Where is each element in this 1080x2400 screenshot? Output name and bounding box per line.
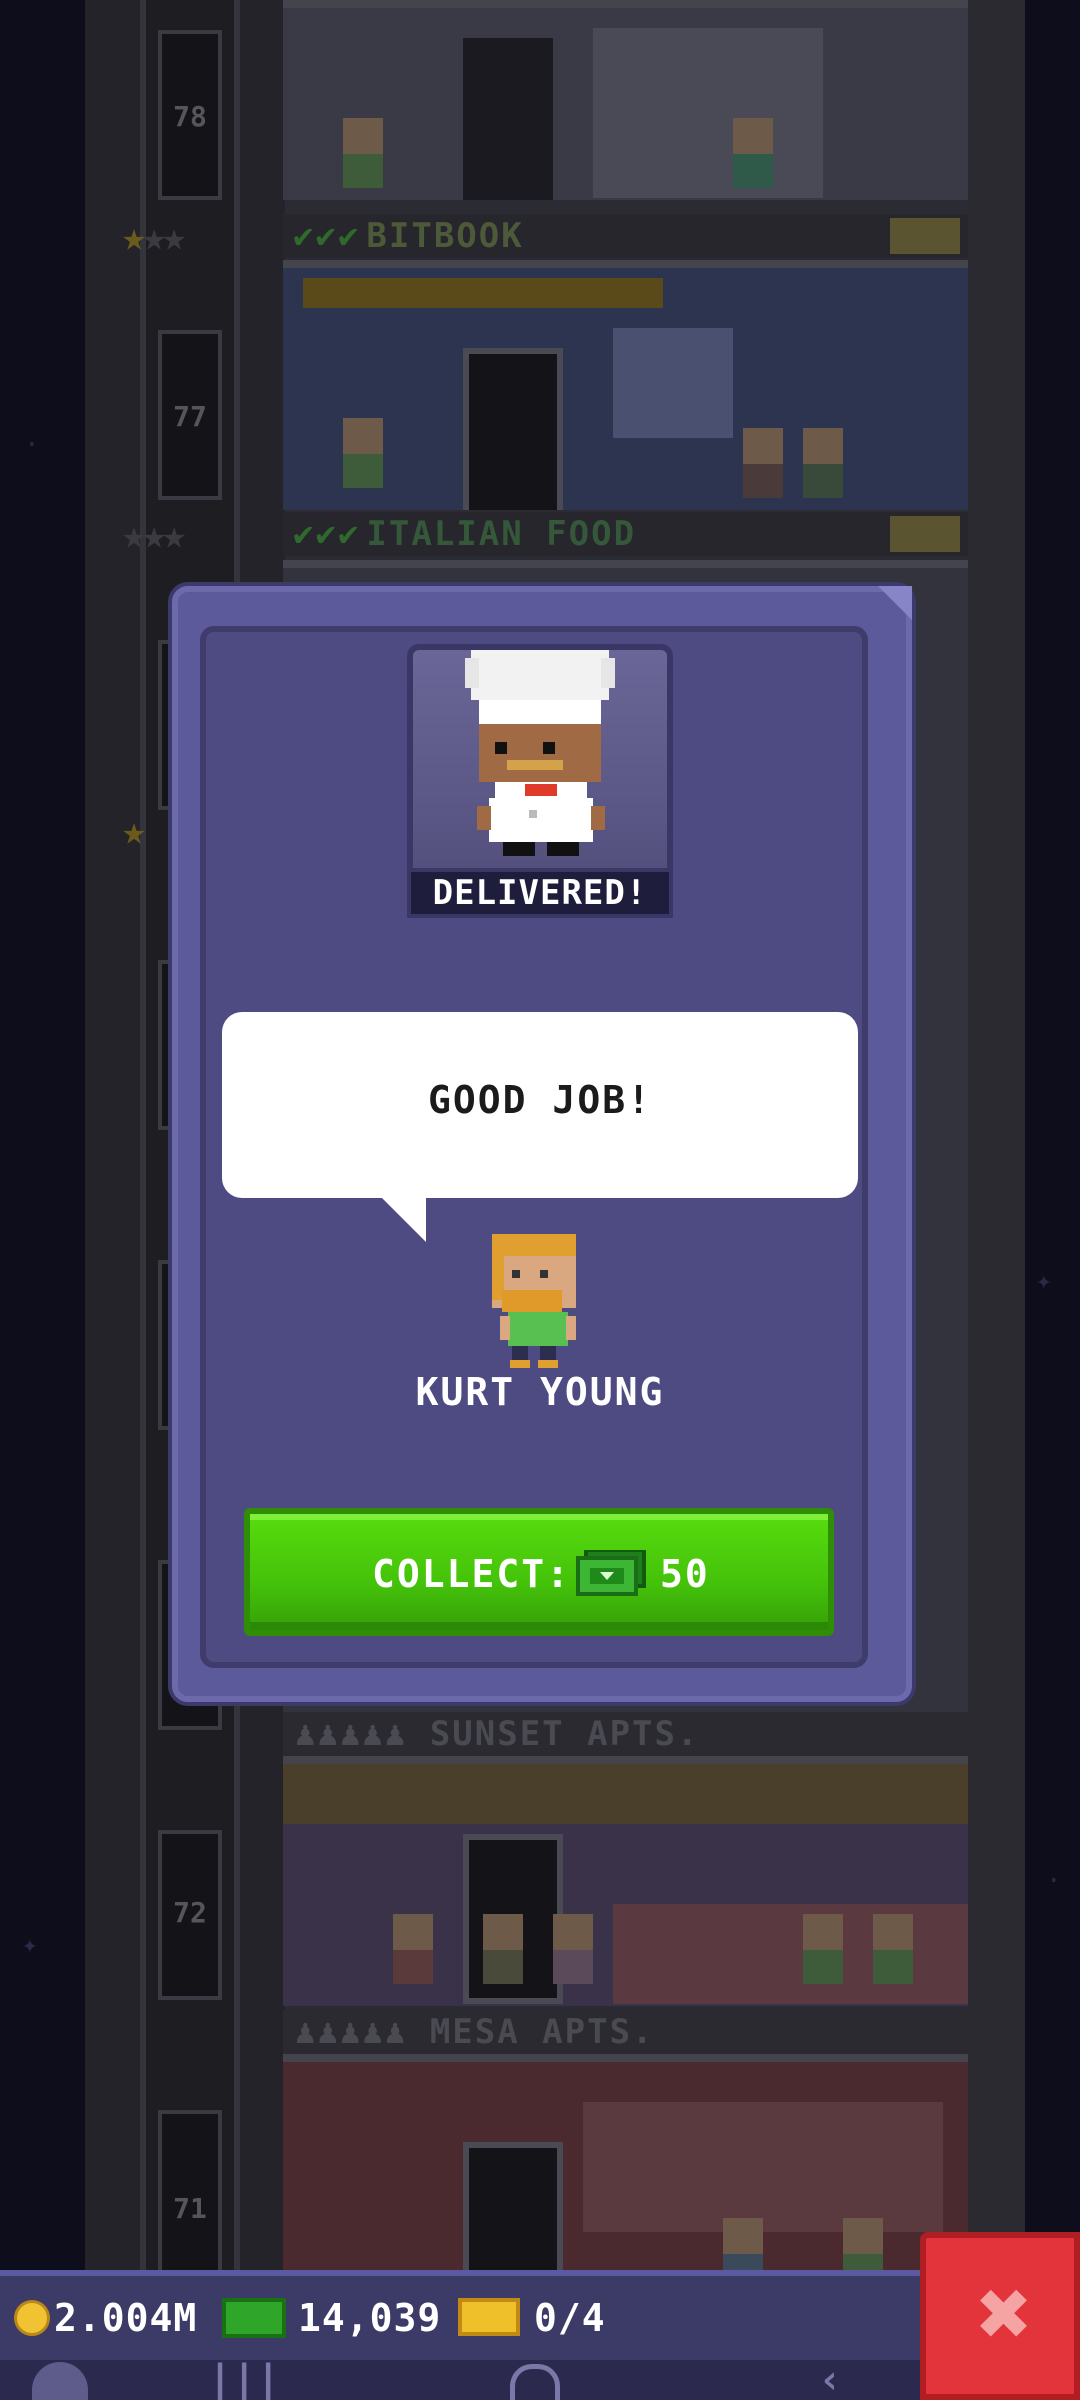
coin-icon [14,2300,50,2336]
coin-count: 2.004M [54,2296,198,2340]
ticket-count: 0/4 [534,2296,606,2340]
status-banner: DELIVERED! [407,868,673,918]
bux-icon [576,1550,646,1596]
bux-icon [222,2298,286,2338]
home-icon[interactable] [510,2364,560,2400]
close-icon: ✖ [977,2260,1033,2367]
chef-portrait-frame [407,644,673,870]
speech-text: GOOD JOB! [428,1078,652,1122]
collect-amount: 50 [660,1552,710,1596]
bux-count: 14,039 [298,2296,442,2340]
back-icon[interactable]: ‹ [818,2360,842,2400]
collect-label: COLLECT: [372,1552,572,1596]
ticket-icon [458,2298,520,2336]
chef-avatar [465,650,615,856]
system-nav-bar [0,2360,920,2400]
game-screen: · ✦ ✦ · 78 ★★★ ✔✔✔ BITBOOK 77 ★★★ ✔✔✔ ITAL… [0,0,1080,2400]
recent-apps-icon[interactable]: ||| [208,2360,280,2400]
npc-name: KURT YOUNG [415,1370,665,1414]
npc-avatar [492,1234,576,1368]
